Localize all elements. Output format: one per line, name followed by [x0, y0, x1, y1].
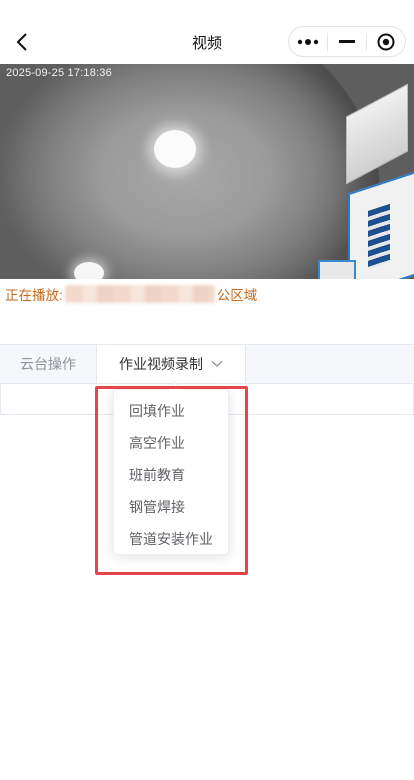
mini-program-capsule — [288, 26, 406, 57]
more-dots-icon — [297, 38, 319, 45]
navigation-bar: 视频 — [0, 0, 414, 64]
tab-video-recording[interactable]: 作业视频录制 — [97, 345, 246, 383]
now-playing-prefix: 正在播放: — [5, 288, 63, 303]
dropdown-item-high-altitude[interactable]: 高空作业 — [114, 427, 228, 459]
video-ceiling-lamp — [154, 130, 196, 168]
dropdown-item-pipeline-installation[interactable]: 管道安装作业 — [114, 523, 228, 555]
dropdown-item-backfill[interactable]: 回填作业 — [114, 395, 228, 427]
chevron-down-icon — [211, 360, 223, 368]
minimize-button[interactable] — [328, 27, 366, 56]
tab-label: 云台操作 — [20, 356, 76, 372]
now-playing-label: 正在播放: 公区域 — [5, 284, 257, 304]
tab-label: 作业视频录制 — [119, 356, 203, 372]
now-playing-suffix: 公区域 — [216, 288, 258, 303]
tab-ptz-control[interactable]: 云台操作 — [0, 345, 97, 383]
recording-dropdown-menu: 回填作业 高空作业 班前教育 钢管焊接 管道安装作业 — [113, 389, 229, 555]
dropdown-item-pipe-welding[interactable]: 钢管焊接 — [114, 491, 228, 523]
more-button[interactable] — [289, 27, 327, 56]
video-wall-poster — [318, 260, 356, 279]
target-circle-icon — [377, 33, 395, 50]
minimize-icon — [339, 39, 355, 43]
redacted-camera-name — [64, 285, 215, 303]
close-button[interactable] — [367, 27, 405, 56]
tab-bar: 云台操作 作业视频录制 — [0, 344, 414, 384]
video-lamp — [74, 262, 104, 279]
video-timestamp: 2025-09-25 17:18:36 — [6, 67, 112, 79]
video-frame-content — [0, 64, 380, 279]
video-player[interactable]: 2025-09-25 17:18:36 — [0, 64, 414, 279]
dropdown-item-pre-shift-education[interactable]: 班前教育 — [114, 459, 228, 491]
